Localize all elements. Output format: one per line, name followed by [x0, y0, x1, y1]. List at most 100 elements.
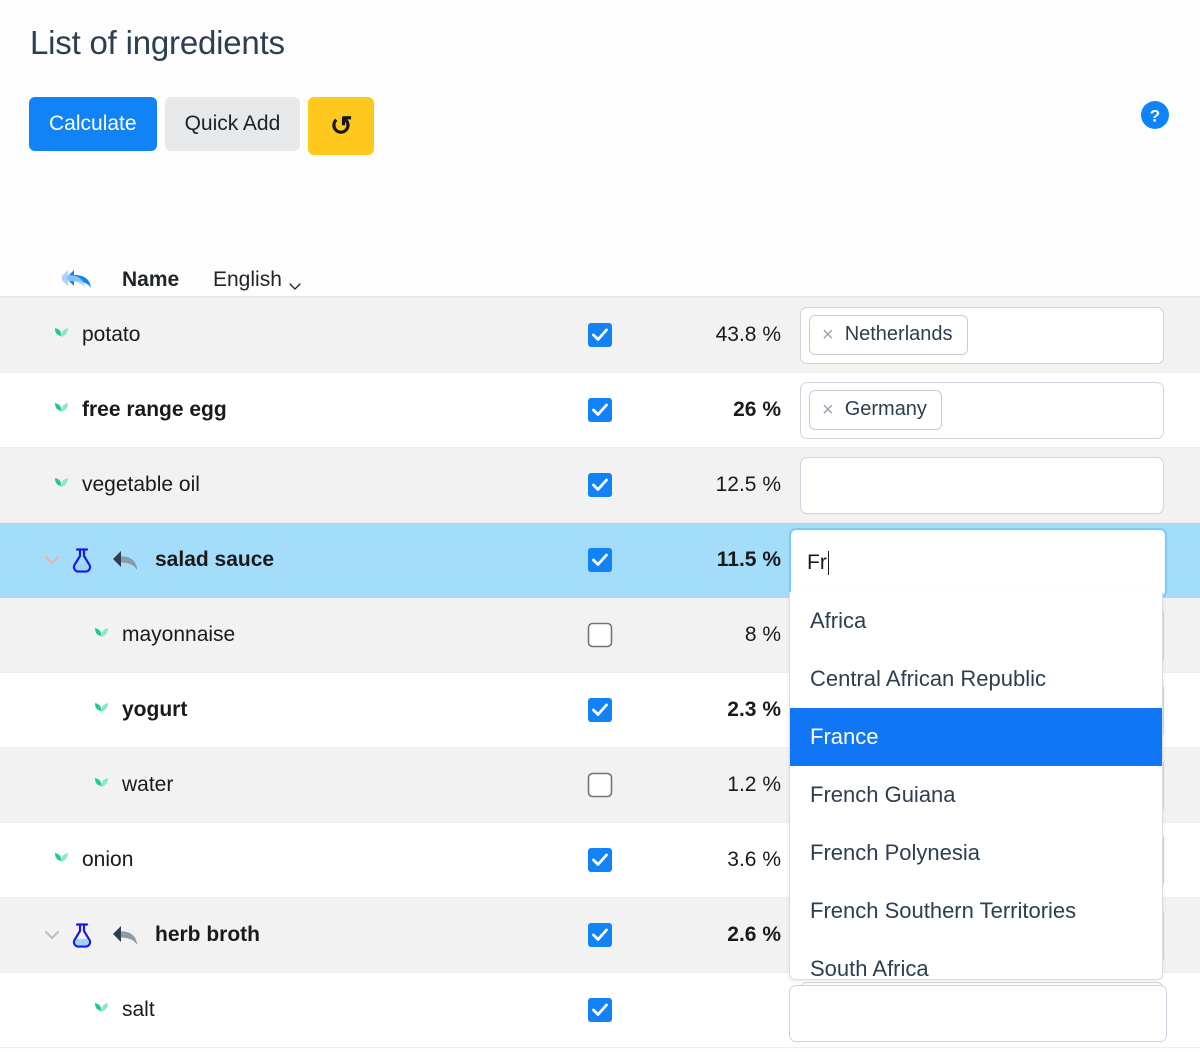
checkbox-checked-icon[interactable] — [587, 397, 613, 423]
ingredient-name-label: herb broth — [155, 923, 260, 947]
cell-ingredient-name: potato — [0, 298, 566, 372]
ingredient-name-label: water — [122, 773, 173, 797]
checkbox-checked-icon[interactable] — [587, 322, 613, 348]
cell-quid-checkbox — [566, 673, 679, 747]
cell-ingredient-name: salt — [0, 973, 566, 1047]
sprout-icon — [90, 774, 112, 796]
cell-countries — [786, 448, 1200, 522]
country-options-list[interactable]: AfricaCentral African RepublicFranceFren… — [789, 592, 1163, 980]
cell-percent[interactable]: 8 % — [679, 598, 786, 672]
country-option[interactable]: Central African Republic — [790, 650, 1162, 708]
cell-ingredient-name: onion — [0, 823, 566, 897]
ingredients-page: List of ingredients Calculate Quick Add … — [0, 0, 1200, 1052]
cell-percent[interactable]: 1.2 % — [679, 748, 786, 822]
country-tag[interactable]: ×Netherlands — [809, 315, 968, 355]
country-tag-label: Germany — [845, 398, 927, 421]
table-row[interactable]: vegetable oil 12.5 % — [0, 448, 1200, 523]
chevron-down-icon — [289, 274, 301, 286]
checkbox-checked-icon[interactable] — [587, 472, 613, 498]
cell-quid-checkbox — [566, 448, 679, 522]
country-tag[interactable]: × Germany — [809, 390, 942, 430]
text-cursor — [828, 551, 830, 575]
checkbox-checked-icon[interactable] — [587, 697, 613, 723]
cell-quid-checkbox — [566, 973, 679, 1047]
checkbox-checked-icon[interactable] — [587, 847, 613, 873]
flask-icon[interactable] — [70, 547, 94, 573]
sprout-icon — [50, 474, 72, 496]
cell-percent[interactable]: 43.8 % — [679, 298, 786, 372]
table-row[interactable]: free range egg 26 % × Germany — [0, 373, 1200, 448]
language-selector[interactable]: English — [213, 268, 301, 292]
cell-percent[interactable]: 3.6 % — [679, 823, 786, 897]
sprout-icon — [90, 624, 112, 646]
cell-quid-checkbox — [566, 598, 679, 672]
cell-ingredient-name: mayonnaise — [0, 598, 566, 672]
cell-percent[interactable] — [679, 973, 786, 1047]
ingredient-name-label: vegetable oil — [82, 473, 200, 497]
country-option[interactable]: South Africa — [790, 940, 1162, 980]
country-search-input[interactable]: Fr — [789, 528, 1167, 598]
svg-text:?: ? — [1150, 107, 1160, 126]
toolbar: Calculate Quick Add ↺ — [29, 97, 374, 155]
cell-quid-checkbox — [566, 298, 679, 372]
country-option[interactable]: French Southern Territories — [790, 882, 1162, 940]
cell-percent[interactable]: 11.5 % — [679, 523, 786, 597]
cell-ingredient-name: herb broth — [0, 898, 566, 972]
table-row[interactable]: potato 43.8 % ×Netherlands — [0, 298, 1200, 373]
double-back-arrow-icon[interactable] — [62, 266, 96, 292]
cell-ingredient-name: vegetable oil — [0, 448, 566, 522]
column-header-name: Name — [122, 268, 179, 292]
country-search-value: Fr — [807, 551, 827, 575]
cell-quid-checkbox — [566, 373, 679, 447]
ingredient-name-label: free range egg — [82, 398, 227, 422]
cell-ingredient-name: salad sauce — [0, 523, 566, 597]
checkbox-unchecked-icon[interactable] — [587, 772, 613, 798]
cell-countries: × Germany — [786, 373, 1200, 447]
ingredient-name-label: salt — [122, 998, 155, 1022]
undo-icon: ↺ — [330, 113, 353, 140]
remove-tag-icon[interactable]: × — [822, 400, 834, 420]
country-tags-input[interactable]: × Germany — [800, 382, 1164, 439]
language-label: English — [213, 268, 282, 292]
cell-ingredient-name: free range egg — [0, 373, 566, 447]
checkbox-checked-icon[interactable] — [587, 547, 613, 573]
cell-percent[interactable]: 2.3 % — [679, 673, 786, 747]
chevron-down-icon[interactable] — [43, 551, 61, 569]
remove-tag-icon[interactable]: × — [822, 325, 834, 345]
country-tags-input[interactable]: ×Netherlands — [800, 307, 1164, 364]
chevron-down-icon[interactable] — [43, 926, 61, 944]
cell-ingredient-name: water — [0, 748, 566, 822]
sprout-icon — [50, 849, 72, 871]
cell-quid-checkbox — [566, 748, 679, 822]
sprout-icon — [90, 699, 112, 721]
back-arrow-icon[interactable] — [111, 549, 139, 571]
undo-button[interactable]: ↺ — [308, 97, 374, 155]
country-input-salt[interactable] — [789, 985, 1167, 1042]
country-option[interactable]: French Polynesia — [790, 824, 1162, 882]
country-option[interactable]: Africa — [790, 592, 1162, 650]
back-arrow-icon[interactable] — [111, 924, 139, 946]
checkbox-unchecked-icon[interactable] — [587, 622, 613, 648]
cell-percent[interactable]: 2.6 % — [679, 898, 786, 972]
page-title: List of ingredients — [30, 24, 285, 62]
help-circle-icon[interactable]: ? — [1140, 100, 1170, 130]
flask-icon[interactable] — [70, 922, 94, 948]
sprout-icon — [90, 999, 112, 1021]
ingredient-name-label: salad sauce — [155, 548, 274, 572]
calculate-button[interactable]: Calculate — [29, 97, 157, 151]
checkbox-checked-icon[interactable] — [587, 997, 613, 1023]
country-option[interactable]: French Guiana — [790, 766, 1162, 824]
country-tags-input[interactable] — [800, 457, 1164, 514]
cell-percent[interactable]: 12.5 % — [679, 448, 786, 522]
quick-add-button[interactable]: Quick Add — [165, 97, 301, 151]
sprout-icon — [50, 324, 72, 346]
cell-quid-checkbox — [566, 823, 679, 897]
cell-quid-checkbox — [566, 898, 679, 972]
checkbox-checked-icon[interactable] — [587, 922, 613, 948]
cell-percent[interactable]: 26 % — [679, 373, 786, 447]
ingredient-name-label: potato — [82, 323, 140, 347]
cell-ingredient-name: yogurt — [0, 673, 566, 747]
country-option[interactable]: France — [790, 708, 1162, 766]
cell-countries: ×Netherlands — [786, 298, 1200, 372]
ingredient-name-label: mayonnaise — [122, 623, 235, 647]
